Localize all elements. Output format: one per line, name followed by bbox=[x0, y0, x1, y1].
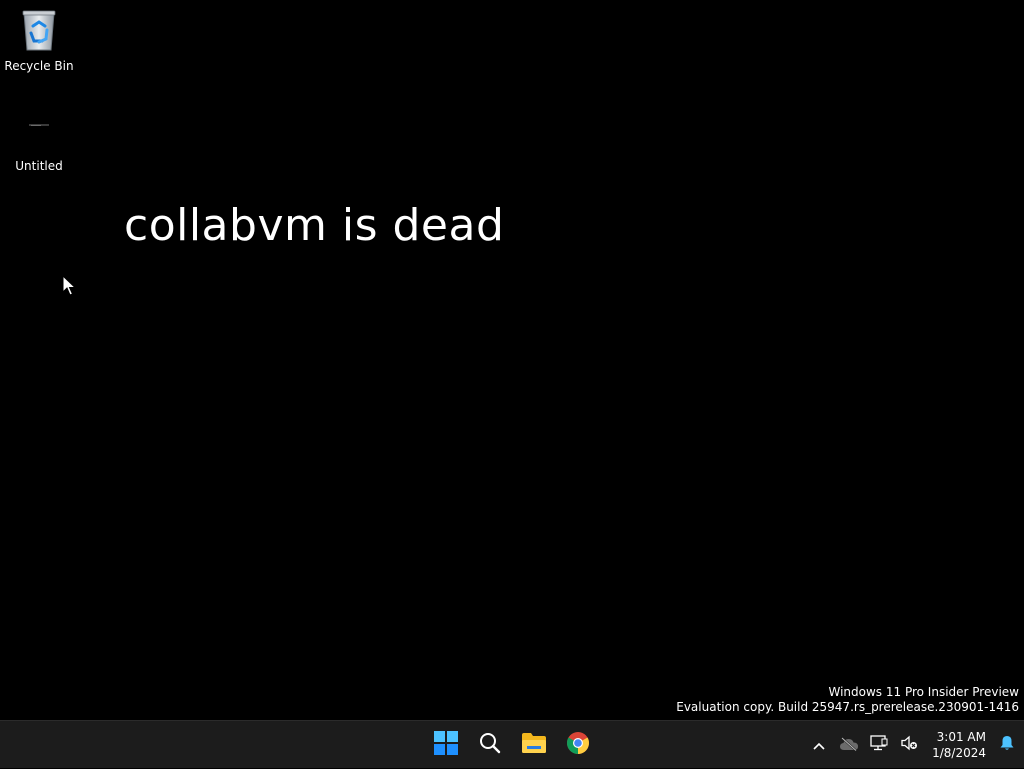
desktop-icon-label: Recycle Bin bbox=[4, 59, 74, 73]
volume-button[interactable] bbox=[894, 725, 924, 765]
mouse-cursor-icon bbox=[62, 274, 77, 301]
file-thumbnail-icon bbox=[0, 112, 78, 155]
notification-center-button[interactable] bbox=[990, 725, 1024, 765]
onedrive-button[interactable] bbox=[834, 725, 864, 765]
search-icon bbox=[479, 732, 501, 758]
clock-time: 3:01 AM bbox=[936, 730, 986, 744]
taskbar-apps bbox=[424, 721, 600, 769]
chrome-button[interactable] bbox=[556, 725, 600, 765]
bell-icon bbox=[999, 735, 1015, 755]
show-hidden-icons-button[interactable] bbox=[804, 725, 834, 765]
watermark-line-edition: Windows 11 Pro Insider Preview bbox=[828, 685, 1019, 699]
clock-date: 1/8/2024 bbox=[932, 746, 986, 760]
file-explorer-button[interactable] bbox=[512, 725, 556, 765]
network-icon bbox=[870, 735, 888, 755]
desktop[interactable]: Recycle Bin Untitled collabvm is dead Wi… bbox=[0, 0, 1024, 720]
system-tray: 3:01 AM 1/8/2024 bbox=[804, 721, 1024, 769]
chevron-up-icon bbox=[812, 736, 826, 755]
desktop-icon-label: Untitled bbox=[15, 159, 63, 173]
desktop-icon-recycle-bin[interactable]: Recycle Bin bbox=[0, 8, 78, 73]
search-button[interactable] bbox=[468, 725, 512, 765]
folder-icon bbox=[521, 732, 547, 758]
start-button[interactable] bbox=[424, 725, 468, 765]
wallpaper-text: collabvm is dead bbox=[124, 200, 505, 251]
evaluation-watermark: Windows 11 Pro Insider Preview Evaluatio… bbox=[676, 685, 1019, 715]
taskbar-clock[interactable]: 3:01 AM 1/8/2024 bbox=[924, 729, 990, 761]
network-button[interactable] bbox=[864, 725, 894, 765]
taskbar: 3:01 AM 1/8/2024 bbox=[0, 720, 1024, 768]
chrome-icon bbox=[566, 731, 590, 759]
windows-start-icon bbox=[434, 731, 458, 759]
volume-muted-icon bbox=[900, 735, 918, 755]
recycle-bin-icon bbox=[0, 8, 78, 55]
onedrive-offline-icon bbox=[839, 736, 859, 755]
desktop-icon-untitled[interactable]: Untitled bbox=[0, 112, 78, 173]
watermark-line-build: Evaluation copy. Build 25947.rs_prerelea… bbox=[676, 700, 1019, 714]
